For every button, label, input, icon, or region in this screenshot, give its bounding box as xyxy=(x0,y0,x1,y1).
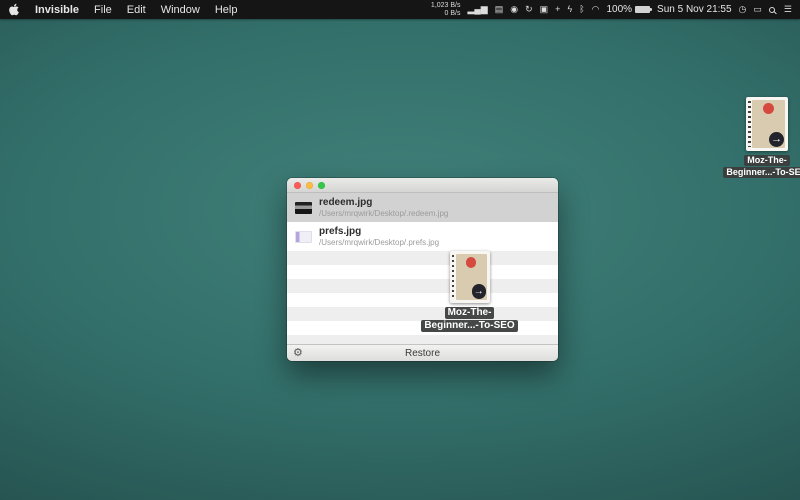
bluetooth-icon[interactable]: ᛒ xyxy=(579,0,584,19)
notification-center-icon[interactable]: ☰ xyxy=(784,0,792,19)
dragged-file-label: Moz-The- Beginner...-To-SEO xyxy=(421,307,517,332)
dragged-file-item[interactable]: → Moz-The- Beginner...-To-SEO xyxy=(422,251,517,332)
book-spiral-binding xyxy=(748,101,751,147)
menu-file[interactable]: File xyxy=(94,4,112,16)
istat-cpu-icon[interactable]: ▂▄▆ xyxy=(468,0,488,19)
restore-button[interactable]: Restore xyxy=(287,348,558,359)
file-name: prefs.jpg xyxy=(319,226,439,238)
wifi-icon[interactable]: ◠ xyxy=(592,0,600,19)
file-thumbnail-prefs xyxy=(295,231,312,243)
menu-bar-clock[interactable]: Sun 5 Nov 21:55 xyxy=(657,4,732,15)
add-menu-icon[interactable]: + xyxy=(555,0,560,19)
menu-help[interactable]: Help xyxy=(215,4,238,16)
istat-disk-icon[interactable]: ▤ xyxy=(495,0,504,19)
close-button[interactable] xyxy=(294,182,301,189)
app-menu-title[interactable]: Invisible xyxy=(35,4,79,16)
desktop-background[interactable]: Invisible File Edit Window Help 1,023 B/… xyxy=(0,0,800,500)
file-meta: redeem.jpg /Users/mrqwirk/Desktop/.redee… xyxy=(319,197,448,219)
battery-icon xyxy=(635,6,650,13)
file-meta: prefs.jpg /Users/mrqwirk/Desktop/.prefs.… xyxy=(319,226,439,248)
desktop-icon-moz-guide[interactable]: → Moz-The- Beginner...-To-SEO xyxy=(738,97,796,178)
menu-window[interactable]: Window xyxy=(161,4,200,16)
file-path: /Users/mrqwirk/Desktop/.redeem.jpg xyxy=(319,209,448,219)
dragged-file-label-line2: Beginner...-To-SEO xyxy=(421,320,517,332)
desktop-icon-label-line2: Beginner...-To-SEO xyxy=(723,167,800,178)
file-row-redeem[interactable]: redeem.jpg /Users/mrqwirk/Desktop/.redee… xyxy=(287,193,558,222)
window-titlebar[interactable] xyxy=(287,178,558,193)
clock-widget-icon[interactable]: ◷ xyxy=(739,0,747,19)
file-thumbnail-redeem xyxy=(295,202,312,214)
dragged-file-label-line1: Moz-The- xyxy=(445,307,495,319)
battery-percent: 100% xyxy=(606,4,632,15)
power-icon[interactable]: ϟ xyxy=(567,0,572,19)
file-name: redeem.jpg xyxy=(319,197,448,209)
file-path: /Users/mrqwirk/Desktop/.prefs.jpg xyxy=(319,238,439,248)
user-status-icon[interactable]: ◉ xyxy=(510,0,518,19)
desktop-icon-label: Moz-The- Beginner...-To-SEO xyxy=(723,155,800,178)
network-download-speed: 0 B/s xyxy=(445,10,461,18)
apple-menu-icon[interactable] xyxy=(8,3,20,16)
book-spiral-binding xyxy=(452,255,454,300)
window-footer: ⚙ Restore xyxy=(287,344,558,361)
desktop-file-icon: → xyxy=(746,97,788,151)
arrow-badge-icon: → xyxy=(472,284,486,298)
file-row-prefs[interactable]: prefs.jpg /Users/mrqwirk/Desktop/.prefs.… xyxy=(287,222,558,251)
menu-edit[interactable]: Edit xyxy=(127,4,146,16)
desktop-icon-label-line1: Moz-The- xyxy=(744,155,790,166)
menu-bar-status-area: 1,023 B/s 0 B/s ▂▄▆ ▤ ◉ ↻ ▣ + ϟ ᛒ ◠ 100%… xyxy=(431,0,792,19)
display-icon[interactable]: ▭ xyxy=(753,0,762,19)
spotlight-search-icon[interactable] xyxy=(769,7,775,13)
menu-bar: Invisible File Edit Window Help 1,023 B/… xyxy=(0,0,800,19)
moz-logo-dot xyxy=(466,257,476,267)
network-upload-speed: 1,023 B/s xyxy=(431,2,461,10)
sync-icon[interactable]: ↻ xyxy=(525,0,533,19)
dropbox-icon[interactable]: ▣ xyxy=(540,0,549,19)
battery-indicator[interactable]: 100% xyxy=(606,4,650,15)
zoom-button[interactable] xyxy=(318,182,325,189)
settings-gear-button[interactable]: ⚙ xyxy=(293,346,303,361)
dragged-file-icon: → xyxy=(450,251,490,303)
network-speed-indicator[interactable]: 1,023 B/s 0 B/s xyxy=(431,2,461,18)
minimize-button[interactable] xyxy=(306,182,313,189)
menu-bar-left: Invisible File Edit Window Help xyxy=(8,3,237,16)
arrow-badge-icon: → xyxy=(769,132,784,147)
